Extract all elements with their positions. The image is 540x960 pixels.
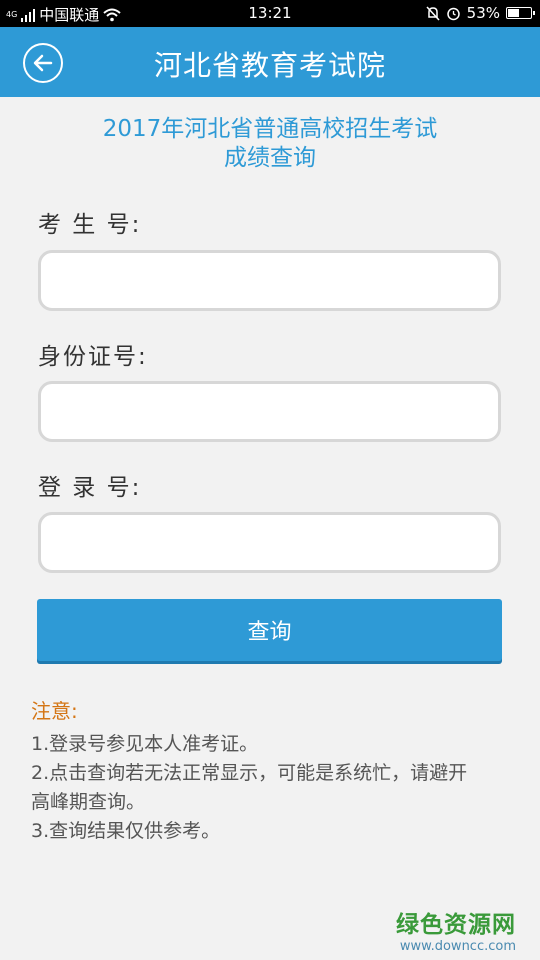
status-bar-right: 53%: [426, 4, 535, 22]
exam-number-input[interactable]: [38, 250, 501, 311]
notice-item: 2.点击查询若无法正常显示，可能是系统忙，请避开: [31, 762, 468, 784]
battery-icon: [506, 7, 535, 19]
alarm-icon: [446, 7, 460, 20]
page-title: 河北省教育考试院: [153, 49, 386, 82]
exam-number-label: 考 生 号:: [38, 212, 142, 238]
watermark: 绿色资源网 www.downcc.com: [396, 905, 516, 954]
watermark-name: 绿色资源网: [396, 912, 516, 938]
form-heading-line1: 2017年河北省普通高校招生考试: [102, 116, 438, 142]
login-number-input[interactable]: [38, 512, 501, 573]
login-number-label: 登 录 号:: [38, 475, 142, 501]
watermark-url: www.downcc.com: [399, 939, 516, 954]
notice-item: 3.查询结果仅供参考。: [31, 820, 221, 842]
id-number-label: 身份证号:: [38, 344, 148, 370]
mute-icon: [426, 5, 440, 21]
form-heading: 2017年河北省普通高校招生考试 成绩查询: [0, 115, 540, 173]
id-number-input[interactable]: [38, 381, 501, 442]
status-bar: 4G 中国联通 13:21 53%: [0, 0, 540, 27]
notice-item: 1.登录号参见本人准考证。: [31, 733, 259, 755]
notice-title: 注意:: [31, 699, 78, 723]
notice-item: 高峰期查询。: [31, 791, 146, 813]
battery-percent: 53%: [466, 4, 500, 22]
form-heading-line2: 成绩查询: [224, 145, 316, 171]
query-button[interactable]: 查询: [37, 599, 502, 661]
app-bar: 河北省教育考试院: [0, 27, 540, 97]
battery-fill: [508, 9, 519, 17]
